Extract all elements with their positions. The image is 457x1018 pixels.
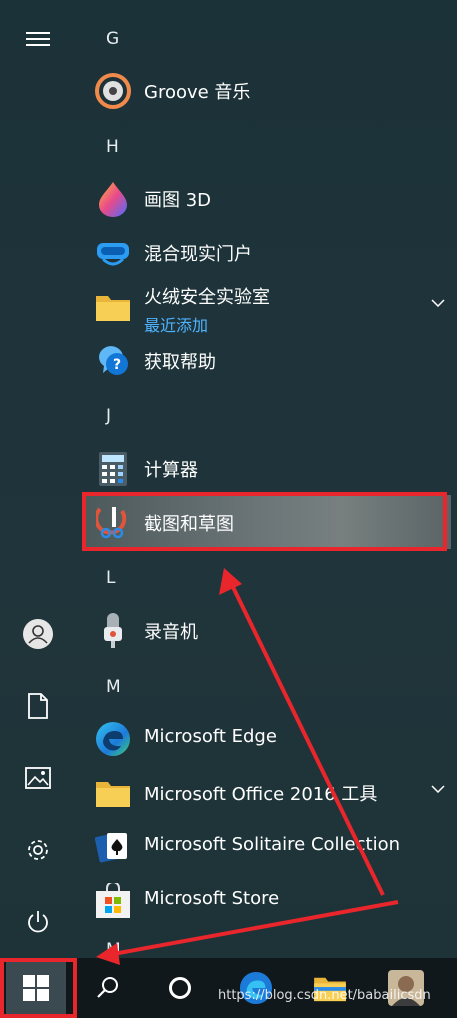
app-label: Microsoft Edge (144, 726, 277, 747)
highlight-box-start (0, 958, 77, 1018)
settings-icon (28, 840, 48, 860)
app-label: 混合现实门户 (144, 244, 252, 265)
group-header-m[interactable]: M (106, 677, 121, 697)
app-label: 火绒安全实验室 (144, 287, 270, 308)
folder-office-tools[interactable]: Microsoft Office 2016 工具 (86, 765, 451, 819)
app-mixed-reality-portal[interactable]: 混合现实门户 (86, 225, 451, 279)
hamburger-icon (26, 32, 50, 46)
edge-icon (95, 721, 131, 757)
search-button[interactable] (78, 958, 138, 1018)
mixed-reality-icon (95, 235, 131, 271)
folder-huorong[interactable]: 火绒安全实验室 最近添加 (86, 279, 451, 335)
folder-icon (95, 775, 131, 811)
search-icon (97, 977, 118, 998)
app-label: Microsoft Solitaire Collection (144, 834, 400, 855)
chevron-down-icon (431, 299, 445, 307)
app-label: Microsoft Office 2016 工具 (144, 784, 378, 805)
group-header-l[interactable]: L (106, 568, 115, 588)
pictures-icon (25, 767, 51, 789)
group-header-g[interactable]: G (106, 29, 119, 49)
app-paint-3d[interactable]: 画图 3D (86, 171, 451, 225)
app-microsoft-store[interactable]: Microsoft Store (86, 873, 451, 927)
app-label: 录音机 (144, 622, 198, 643)
app-get-help[interactable]: ? 获取帮助 (86, 333, 451, 387)
group-header-j[interactable]: J (106, 406, 111, 426)
app-label: 获取帮助 (144, 352, 216, 373)
svg-text:?: ? (113, 357, 121, 373)
get-help-icon: ? (95, 343, 131, 379)
cortana-button[interactable] (150, 958, 210, 1018)
store-icon (95, 883, 131, 919)
app-groove-music[interactable]: Groove 音乐 (86, 63, 451, 117)
app-calculator[interactable]: 计算器 (86, 441, 451, 495)
power-button[interactable] (14, 900, 62, 944)
app-voice-recorder[interactable]: 录音机 (86, 603, 451, 657)
app-microsoft-solitaire[interactable]: Microsoft Solitaire Collection (86, 819, 451, 873)
power-icon (28, 911, 48, 933)
app-label: 画图 3D (144, 190, 212, 211)
document-icon (28, 693, 48, 719)
start-menu: G Groove 音乐 H 画图 3D 混合现实门户 火绒安全实验室 最近添加 … (0, 0, 457, 960)
app-label: Microsoft Store (144, 888, 280, 909)
groove-music-icon (95, 73, 131, 109)
solitaire-icon (95, 829, 131, 865)
folder-icon (95, 289, 131, 325)
group-header-h[interactable]: H (106, 137, 119, 157)
microphone-icon (95, 613, 131, 649)
pictures-button[interactable] (14, 756, 62, 800)
cortana-icon (169, 977, 191, 999)
hamburger-button[interactable] (14, 17, 62, 61)
user-icon (23, 619, 53, 649)
paint-3d-icon (95, 181, 131, 217)
app-list: G Groove 音乐 H 画图 3D 混合现实门户 火绒安全实验室 最近添加 … (76, 0, 457, 960)
chevron-down-icon (431, 785, 445, 793)
watermark-text: https://blog.csdn.net/babailicsdn (218, 988, 431, 1003)
calculator-icon (95, 451, 131, 487)
group-header-next[interactable]: M (106, 940, 121, 960)
highlight-box-snip (82, 492, 447, 551)
start-rail (0, 0, 76, 958)
user-account-button[interactable] (14, 612, 62, 656)
documents-button[interactable] (14, 684, 62, 728)
settings-button[interactable] (14, 828, 62, 872)
app-microsoft-edge[interactable]: Microsoft Edge (86, 711, 451, 765)
app-label: 计算器 (144, 460, 198, 481)
app-label: Groove 音乐 (144, 82, 251, 103)
